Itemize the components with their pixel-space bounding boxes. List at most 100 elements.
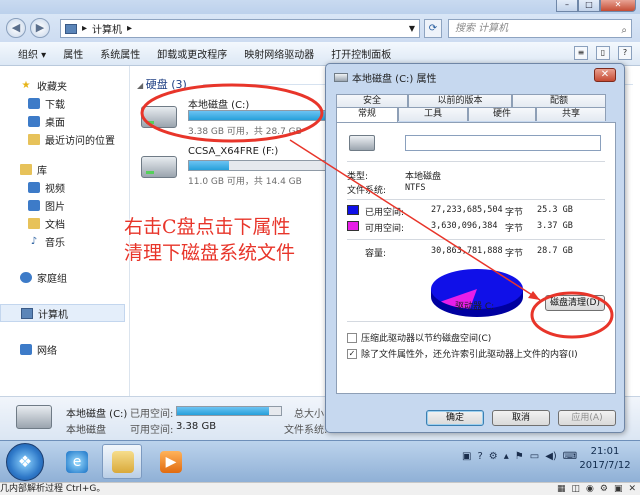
properties-button[interactable]: 属性 [63,46,83,61]
library-icon [20,163,32,175]
hard-drive-icon [141,156,177,178]
nav-documents[interactable]: 文档 [0,214,129,232]
help-tray-icon[interactable]: ? [477,451,482,462]
drive-usage-fill [189,111,344,120]
used-space-label: 已用空间: [365,208,405,218]
status-text: 几内部解析过程 Ctrl+G。 [0,484,106,494]
nav-desktop[interactable]: 桌面 [0,112,129,130]
help-icon[interactable]: ? [618,46,632,60]
ok-button[interactable]: 确定 [426,410,484,426]
start-button[interactable]: ❖ [6,443,44,481]
address-bar[interactable]: ▸ 计算机 ▸ ▼ [60,19,420,38]
close-icon[interactable]: ✕ [628,483,636,495]
capacity-bytes: 30,863,781,888 [431,246,503,256]
minimize-icon[interactable]: – [556,0,578,12]
tab-sharing[interactable]: 共享 [536,107,606,121]
taskbar-explorer[interactable] [102,444,142,479]
nav-label: 音乐 [45,237,65,249]
open-control-panel-button[interactable]: 打开控制面板 [331,46,391,61]
close-icon[interactable]: ✕ [600,0,636,12]
back-button[interactable]: ◀ [6,18,26,38]
details-free-label: 可用空间: [130,425,174,436]
address-dropdown-icon[interactable]: ▼ [409,24,415,33]
tab-hardware[interactable]: 硬件 [468,107,536,121]
index-label: 除了文件属性外，还允许索引此驱动器上文件的内容(I) [361,350,578,360]
explorer-icon [112,451,134,473]
apply-button[interactable]: 应用(A) [558,410,616,426]
download-folder-icon [28,97,40,109]
forward-button[interactable]: ▶ [30,18,50,38]
used-space-gb: 25.3 GB [537,205,573,215]
search-placeholder: 搜索 计算机 [455,23,509,34]
nav-favorites[interactable]: ★ 收藏夹 [0,76,129,94]
search-input[interactable]: 搜索 计算机 ⌕ [448,19,632,38]
tab-previous-versions[interactable]: 以前的版本 [408,94,512,108]
network-icon[interactable]: ◫ [571,483,580,495]
drive-name: 本地磁盘 (C:) [188,100,250,111]
nav-music[interactable]: ♪ 音乐 [0,232,129,250]
nav-homegroup[interactable]: 家庭组 [0,268,129,286]
taskbar-media-player[interactable]: ▶ [150,444,190,479]
grid-icon[interactable]: ▦ [557,483,566,495]
group-header[interactable]: ◢ 硬盘 (3) [137,76,187,92]
arrow-tray-icon[interactable]: ▴ [504,451,509,462]
separator [347,199,605,200]
settings-tray-icon[interactable]: ⚙ [489,451,498,462]
cancel-button[interactable]: 取消 [492,410,550,426]
nav-pictures[interactable]: 图片 [0,196,129,214]
uninstall-program-button[interactable]: 卸载或更改程序 [157,46,227,61]
index-option[interactable]: ✓ 除了文件属性外，还允许索引此驱动器上文件的内容(I) [347,347,578,360]
tab-tools[interactable]: 工具 [398,107,468,121]
nav-computer[interactable]: 计算机 [0,304,125,322]
system-properties-button[interactable]: 系统属性 [100,46,140,61]
group-header-label: 硬盘 (3) [145,78,187,91]
nav-downloads[interactable]: 下载 [0,94,129,112]
breadcrumb-separator[interactable]: ▸ [127,23,132,34]
volume-label-input[interactable] [405,135,601,151]
capacity-label: 容量: [365,249,387,259]
filesystem-row: 文件系统: NTFS [347,183,425,196]
disk-cleanup-button[interactable]: 磁盘清理(D) [545,295,605,311]
organize-button[interactable]: 组织 ▾ [18,46,46,61]
tab-general[interactable]: 常规 [336,107,398,123]
collapse-icon[interactable]: ◢ [137,81,146,90]
used-space-unit: 字节 [505,208,524,218]
nav-libraries[interactable]: 库 [0,160,129,178]
map-network-drive-button[interactable]: 映射网络驱动器 [244,46,314,61]
taskbar-ie[interactable]: e [56,444,96,479]
filesystem-value: NTFS [405,183,426,193]
hard-drive-icon [141,106,177,128]
type-label: 类型: [347,172,369,182]
nav-label: 下载 [45,99,65,111]
nav-label: 最近访问的位置 [45,135,115,147]
network-tray-icon[interactable]: ▣ [462,451,471,462]
tab-quota[interactable]: 配额 [512,94,606,108]
maximize-icon[interactable]: □ [578,0,600,12]
refresh-button[interactable]: ⟳ [424,19,442,38]
compress-option[interactable]: 压缩此驱动器以节约磁盘空间(C) [347,331,491,344]
nav-videos[interactable]: 视频 [0,178,129,196]
nav-label: 图片 [45,201,65,213]
nav-network[interactable]: 网络 [0,340,129,358]
dialog-close-button[interactable]: ✕ [594,68,616,82]
navigation-pane: ★ 收藏夹 下载 桌面 最近访问的位置 库 视频 图片 文档 ♪ 音乐 家庭组 … [0,66,130,396]
flag-tray-icon[interactable]: ⚑ [515,451,524,462]
settings-icon[interactable]: ⚙ [600,483,608,495]
tab-security[interactable]: 安全 [336,94,408,108]
drive-label: 驱动器 C: [455,302,495,312]
compress-checkbox[interactable] [347,332,357,343]
preview-pane-icon[interactable]: ▯ [596,46,610,60]
breadcrumb-computer[interactable]: 计算机 [92,21,122,36]
view-options-icon[interactable]: ≡ [574,46,588,60]
breadcrumb-separator[interactable]: ▸ [82,23,87,34]
desktop-icon [28,115,40,127]
record-icon[interactable]: ◉ [586,483,594,495]
monitor-tray-icon[interactable]: ▭ [530,451,539,462]
nav-label: 库 [37,165,47,177]
taskbar-clock[interactable]: 21:01 2017/7/12 [576,445,634,473]
nav-recent-places[interactable]: 最近访问的位置 [0,130,129,148]
index-checkbox[interactable]: ✓ [347,348,357,359]
free-space-bytes: 3,630,096,384 [431,221,498,231]
lock-icon[interactable]: ▣ [614,483,623,495]
volume-tray-icon[interactable]: ◀) [545,451,557,462]
